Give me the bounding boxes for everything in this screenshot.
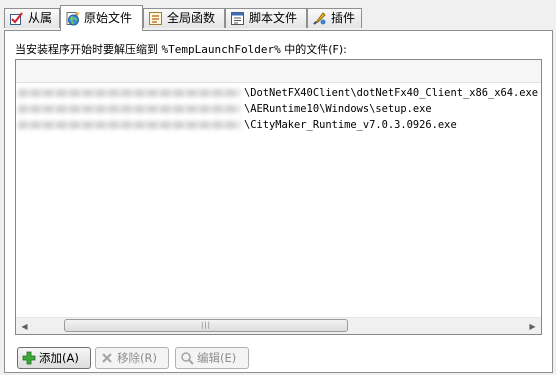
files-prompt-label: 当安装程序开始时要解压缩到 %TempLaunchFolder% 中的文件(F)… bbox=[15, 43, 347, 56]
scrollbar-grip: ||| bbox=[200, 321, 212, 329]
function-list-icon bbox=[148, 11, 163, 26]
remove-x-icon bbox=[100, 351, 114, 365]
plugin-pen-icon bbox=[312, 11, 327, 26]
edit-button[interactable]: 编辑(E) bbox=[175, 347, 249, 369]
scrollbar-thumb[interactable]: ||| bbox=[64, 319, 348, 332]
magnifier-icon bbox=[180, 351, 194, 365]
file-globe-icon bbox=[65, 11, 80, 26]
checkbox-check-icon bbox=[9, 11, 24, 26]
file-row[interactable]: \CityMaker_Runtime_v7.0.3.0926.exe bbox=[18, 117, 538, 133]
redacted-path-prefix bbox=[18, 105, 240, 113]
script-icon bbox=[230, 11, 245, 26]
tab-original-files[interactable]: 原始文件 bbox=[60, 5, 143, 31]
scroll-right-arrow-icon[interactable]: ▶ bbox=[524, 318, 541, 334]
files-listbox[interactable]: \DotNetFX40Client\dotNetFx40_Client_x86_… bbox=[15, 59, 542, 335]
scroll-left-arrow-icon[interactable]: ◀ bbox=[16, 318, 33, 334]
tab-plugins[interactable]: 插件 bbox=[307, 8, 362, 28]
tab-strip: 从属 原始文件 全局函数 脚本文件 插件 bbox=[0, 0, 556, 31]
original-files-panel: 当安装程序开始时要解压缩到 %TempLaunchFolder% 中的文件(F)… bbox=[4, 30, 553, 373]
tab-dependencies[interactable]: 从属 bbox=[4, 8, 60, 28]
list-header-band bbox=[16, 60, 541, 83]
redacted-path-prefix bbox=[18, 89, 240, 97]
remove-button[interactable]: 移除(R) bbox=[95, 347, 169, 369]
horizontal-scrollbar[interactable]: ◀ ||| ▶ bbox=[16, 317, 541, 334]
tab-global-functions[interactable]: 全局函数 bbox=[143, 8, 225, 28]
file-row[interactable]: \AERuntime10\Windows\setup.exe bbox=[18, 101, 538, 117]
file-row[interactable]: \DotNetFX40Client\dotNetFx40_Client_x86_… bbox=[18, 85, 538, 101]
plus-icon bbox=[22, 351, 36, 365]
redacted-path-prefix bbox=[18, 121, 240, 129]
add-button[interactable]: 添加(A) bbox=[17, 347, 91, 369]
tab-script-files[interactable]: 脚本文件 bbox=[225, 8, 307, 28]
